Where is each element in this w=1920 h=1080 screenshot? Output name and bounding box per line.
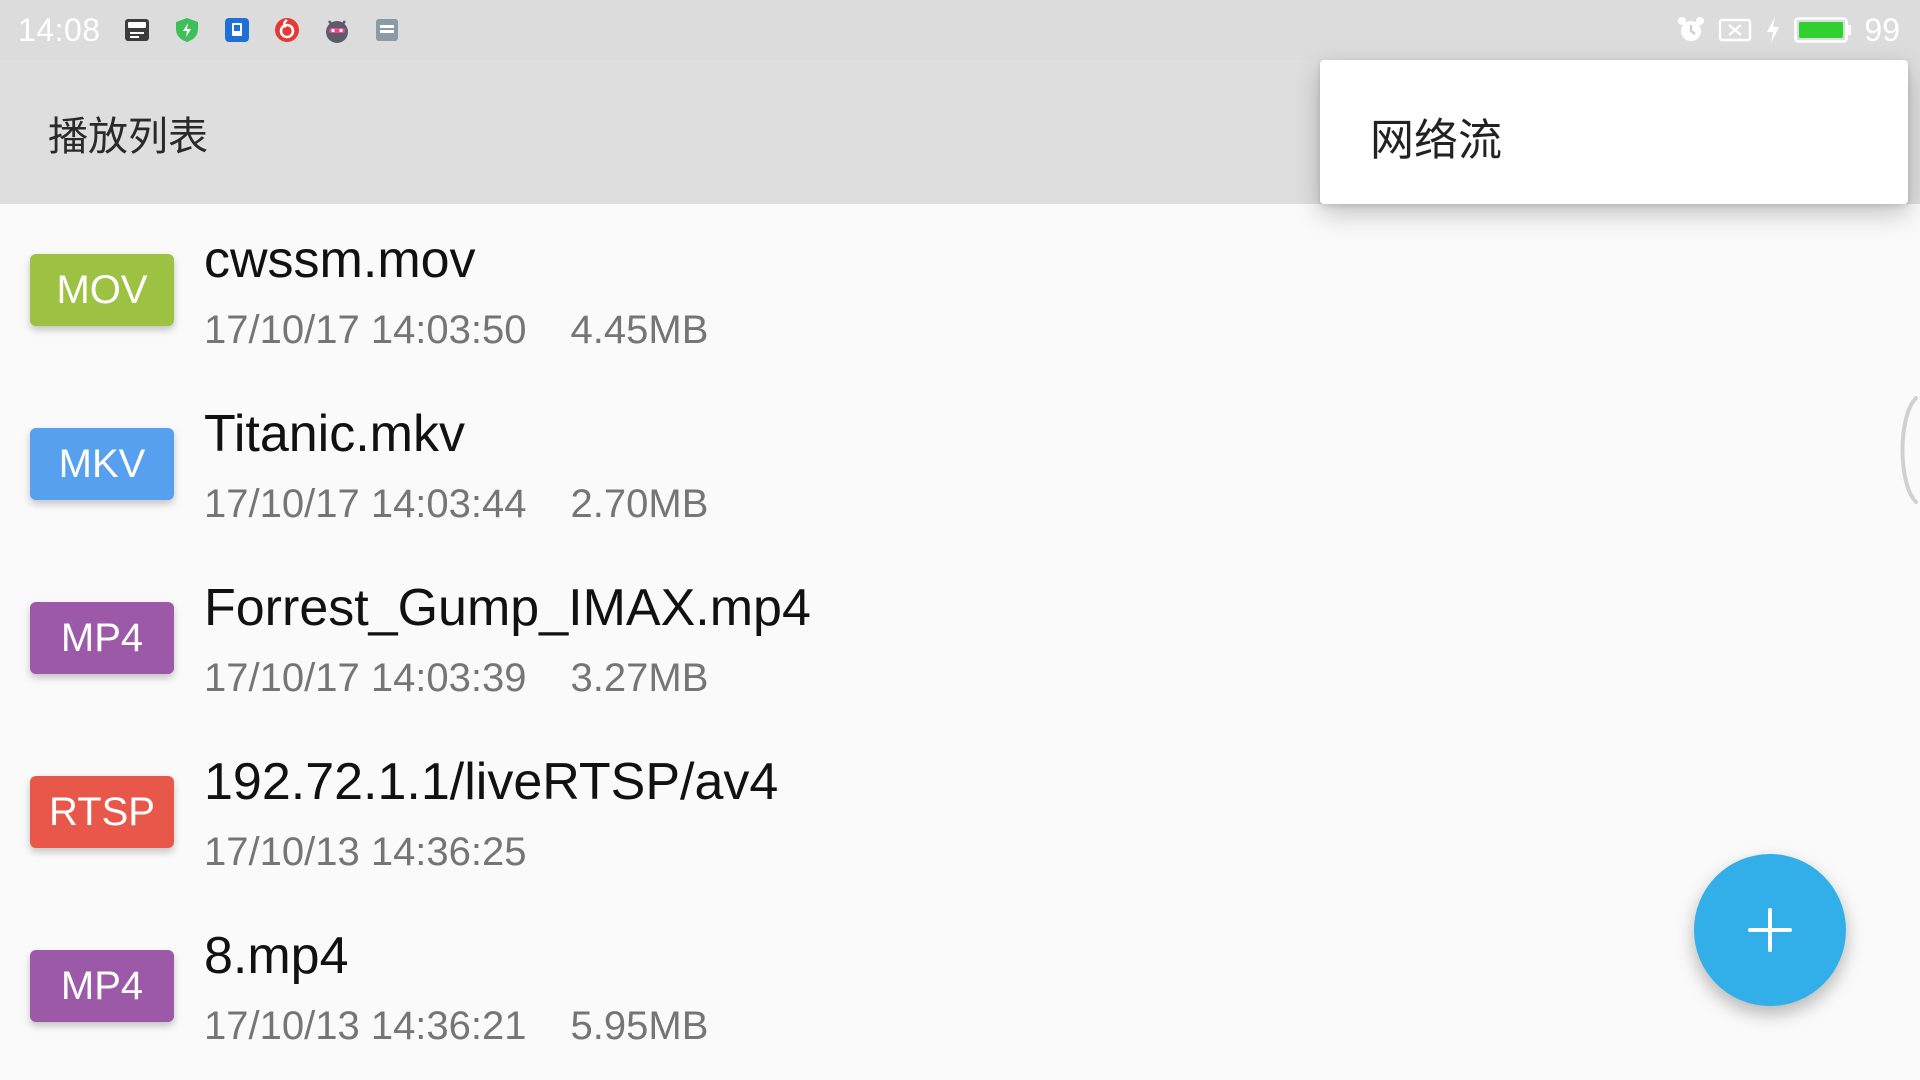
- file-date: 17/10/13 14:36:21: [204, 1004, 527, 1048]
- overflow-menu: 网络流: [1320, 60, 1908, 204]
- file-meta: 17/10/13 14:36:25: [204, 830, 527, 875]
- edge-pull-handle[interactable]: [1890, 396, 1920, 504]
- file-size: 3.27MB: [570, 656, 709, 700]
- file-meta: 17/10/13 14:36:21 5.95MB: [204, 1004, 708, 1049]
- file-meta: 17/10/17 14:03:39 3.27MB: [204, 656, 708, 701]
- status-bar: 14:08 99: [0, 0, 1920, 60]
- usb-debug-icon: [124, 19, 149, 41]
- file-date: 17/10/17 14:03:50: [204, 308, 527, 352]
- list-item[interactable]: MP4 8.mp4 17/10/13 14:36:21 5.95MB: [0, 900, 1900, 1074]
- netease-music-icon: [274, 18, 299, 42]
- no-sim-icon: [1719, 18, 1752, 42]
- gallery-icon: [375, 19, 398, 41]
- add-button[interactable]: [1694, 854, 1846, 1006]
- list-item[interactable]: MKV Titanic.mkv 17/10/17 14:03:44 2.70MB: [0, 378, 1900, 552]
- list-item[interactable]: MOV cwssm.mov 17/10/17 14:03:50 4.45MB: [0, 204, 1900, 378]
- list-item[interactable]: MP4 Forrest_Gump_IMAX.mp4 17/10/17 14:03…: [0, 552, 1900, 726]
- file-size: 5.95MB: [570, 1004, 709, 1048]
- file-date: 17/10/17 14:03:44: [204, 482, 527, 526]
- file-name: Titanic.mkv: [204, 405, 465, 463]
- file-meta: 17/10/17 14:03:44 2.70MB: [204, 482, 708, 527]
- file-size: 4.45MB: [570, 308, 709, 352]
- list-item[interactable]: RTSP 192.72.1.1/liveRTSP/av4 17/10/13 14…: [0, 726, 1900, 900]
- notification-icons: [123, 16, 401, 44]
- battery-percent: 99: [1864, 11, 1900, 48]
- page-title: 播放列表: [48, 114, 208, 160]
- file-name: 8.mp4: [204, 927, 349, 985]
- file-date: 17/10/13 14:36:25: [204, 830, 527, 874]
- file-meta: 17/10/17 14:03:50 4.45MB: [204, 308, 708, 353]
- file-name: cwssm.mov: [204, 231, 476, 289]
- alarm-icon: [1678, 17, 1705, 41]
- plus-icon: [1748, 908, 1792, 952]
- file-type-badge: MKV: [30, 428, 174, 500]
- blue-app-icon: [224, 18, 249, 42]
- file-size: 2.70MB: [570, 482, 709, 526]
- menu-item-network-stream[interactable]: 网络流: [1370, 104, 1502, 168]
- status-right: 99: [1676, 0, 1900, 60]
- file-name: Forrest_Gump_IMAX.mp4: [204, 579, 811, 637]
- android-bot-icon: [325, 20, 348, 43]
- file-type-badge: MP4: [30, 602, 174, 674]
- battery-icon: [1794, 17, 1852, 43]
- security-shield-icon: [175, 18, 198, 42]
- file-date: 17/10/17 14:03:39: [204, 656, 527, 700]
- file-type-badge: MOV: [30, 254, 174, 326]
- file-name: 192.72.1.1/liveRTSP/av4: [204, 753, 779, 811]
- file-type-badge: MP4: [30, 950, 174, 1022]
- charging-bolt-icon: [1767, 17, 1780, 43]
- file-type-badge: RTSP: [30, 776, 174, 848]
- status-time: 14:08: [18, 11, 101, 48]
